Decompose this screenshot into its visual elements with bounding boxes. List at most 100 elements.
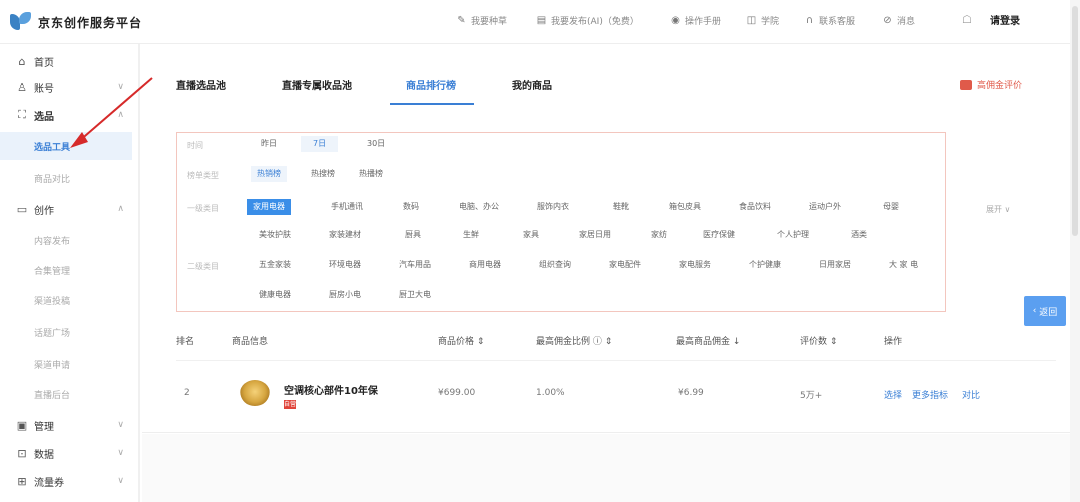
sidebar-item-manage[interactable]: ▣ 管理 ∨ — [0, 414, 138, 436]
tab-live-exclusive[interactable]: 直播专属收品池 — [282, 77, 352, 92]
filter-rank-label: 榜单类型 — [187, 171, 219, 180]
sidebar-sub-product-compare[interactable]: 商品对比 — [0, 164, 132, 192]
cell-commission: ¥6.99 — [678, 388, 704, 398]
filter-cat1-option[interactable]: 家纺 — [645, 227, 673, 243]
sidebar-item-label: 选品 — [34, 111, 54, 123]
filter-cat1-option[interactable]: 美妆护肤 — [253, 227, 297, 243]
folder-icon: ▭ — [16, 202, 28, 216]
sidebar-item-coupon[interactable]: ⊞ 流量券 ∨ — [0, 470, 138, 492]
filter-rank-option[interactable]: 热播榜 — [353, 166, 389, 182]
filter-cat2-option[interactable]: 家电配件 — [603, 257, 647, 273]
scrollbar-thumb[interactable] — [1072, 6, 1078, 236]
filter-cat2-option[interactable]: 家电服务 — [673, 257, 717, 273]
filter-time-option-selected[interactable]: 7日 — [301, 136, 339, 152]
filter-cat2-option[interactable]: 厨卫大电 — [393, 287, 437, 303]
filter-cat1-option[interactable]: 电脑、办公 — [453, 199, 505, 215]
select-button[interactable]: 选择 — [884, 388, 902, 401]
logo-text: 京东创作服务平台 — [38, 15, 143, 30]
th-reviews[interactable]: 评价数 ⇕ — [800, 334, 837, 347]
back-button[interactable]: ‹ 返回 — [1024, 296, 1066, 326]
filter-cat2-option[interactable]: 商用电器 — [463, 257, 507, 273]
filter-cat1-option[interactable]: 数码 — [397, 199, 425, 215]
briefcase-icon — [960, 79, 972, 90]
sidebar-sub-topics[interactable]: 话题广场 — [0, 318, 132, 346]
login-label: 请登录 — [990, 16, 1020, 27]
jd-logo-icon — [10, 12, 32, 32]
scrollbar[interactable] — [1070, 0, 1080, 502]
compare-button[interactable]: 对比 — [962, 388, 980, 401]
logo[interactable]: 京东创作服务平台 — [10, 12, 142, 32]
filter-cat1-option[interactable]: 食品饮料 — [733, 199, 777, 215]
user-icon: ♙ — [17, 80, 27, 94]
nav-messages[interactable]: ⊘ 消息 — [882, 14, 915, 27]
main-content: 直播选品池 直播专属收品池 商品排行榜 我的商品 高佣金评价 时间 昨日 7日 … — [142, 44, 1080, 502]
nav-seed[interactable]: ✎ 我要种草 — [456, 14, 507, 27]
sort-icon: ⇕ — [476, 337, 485, 347]
filter-cat1-option[interactable]: 家居日用 — [573, 227, 617, 243]
sidebar-sub-content-publish[interactable]: 内容发布 — [0, 226, 132, 254]
filter-cat2-option[interactable]: 大 家 电 — [883, 257, 924, 273]
filter-cat2-option[interactable]: 个护健康 — [743, 257, 787, 273]
expand-toggle[interactable]: 展开 ∨ — [986, 204, 1010, 215]
nav-support[interactable]: ∩ 联系客服 — [804, 14, 855, 27]
sidebar-item-label: 首页 — [34, 57, 54, 69]
tab-bar: 直播选品池 直播专属收品池 商品排行榜 我的商品 — [142, 66, 1042, 106]
filter-cat1-option-selected[interactable]: 家用电器 — [247, 199, 291, 215]
product-image[interactable] — [240, 380, 270, 406]
filter-cat1-option[interactable]: 生鲜 — [457, 227, 485, 243]
tab-my-products[interactable]: 我的商品 — [512, 77, 552, 92]
filter-cat1-option[interactable]: 服饰内衣 — [531, 199, 575, 215]
filter-cat2-option[interactable]: 五金家装 — [253, 257, 297, 273]
sidebar-item-home[interactable]: ⌂ 首页 — [0, 50, 138, 72]
filter-cat1-option[interactable]: 母婴 — [877, 199, 905, 215]
tab-ranking[interactable]: 商品排行榜 — [406, 77, 456, 92]
filter-cat1-option[interactable]: 家装建材 — [323, 227, 367, 243]
filter-cat1-option[interactable]: 手机通讯 — [325, 199, 369, 215]
scan-icon: ⛶ — [18, 108, 26, 121]
filter-rank-option[interactable]: 热搜榜 — [305, 166, 341, 182]
sidebar-item-xuanpin[interactable]: ⛶ 选品 ∧ — [0, 104, 138, 126]
sidebar-sub-channel-submit[interactable]: 渠道投稿 — [0, 286, 132, 314]
nav-academy[interactable]: ◫ 学院 — [746, 14, 779, 27]
filter-cat2-option[interactable]: 健康电器 — [253, 287, 297, 303]
filter-cat2-option[interactable]: 日用家居 — [813, 257, 857, 273]
filter-cat1-option[interactable]: 酒类 — [845, 227, 873, 243]
tab-live-pool[interactable]: 直播选品池 — [176, 77, 226, 92]
product-name[interactable]: 空调核心部件10年保 — [284, 382, 378, 397]
chevron-left-icon: ‹ — [1032, 306, 1037, 316]
filter-cat1-option[interactable]: 鞋靴 — [607, 199, 635, 215]
th-price[interactable]: 商品价格 ⇕ — [438, 334, 484, 347]
filter-cat1-option[interactable]: 厨具 — [399, 227, 427, 243]
filter-cat1-option[interactable]: 运动户外 — [803, 199, 847, 215]
sidebar-sub-collection[interactable]: 合集管理 — [0, 256, 132, 284]
filter-cat1-option[interactable]: 医疗保健 — [697, 227, 741, 243]
more-metrics-button[interactable]: 更多指标 — [912, 388, 948, 401]
filter-cat1-option[interactable]: 箱包皮具 — [663, 199, 707, 215]
th-commission[interactable]: 最高商品佣金 ↓ — [676, 334, 740, 347]
filter-cat2-option[interactable]: 厨房小电 — [323, 287, 367, 303]
review-link[interactable]: 高佣金评价 — [960, 78, 1022, 91]
filter-time-option[interactable]: 30日 — [361, 136, 391, 152]
filter-cat2-option[interactable]: 汽车用品 — [393, 257, 437, 273]
sidebar-item-data[interactable]: ⊡ 数据 ∨ — [0, 442, 138, 464]
sidebar-item-account[interactable]: ♙ 账号 ∨ — [0, 76, 138, 98]
login-button[interactable]: ☖ 请登录 — [962, 12, 1020, 28]
sidebar-sub-xuanpin-tool[interactable]: 选品工具 — [0, 132, 132, 160]
sidebar-item-chuangzuo[interactable]: ▭ 创作 ∧ — [0, 198, 138, 220]
sidebar-item-label: 管理 — [34, 421, 54, 433]
filter-cat1-option[interactable]: 家具 — [517, 227, 545, 243]
filter-cat1-option[interactable]: 个人护理 — [771, 227, 815, 243]
sidebar-sub-live-backend[interactable]: 直播后台 — [0, 380, 132, 408]
nav-support-label: 联系客服 — [819, 17, 856, 27]
divider — [142, 432, 1080, 433]
filter-cat2-option[interactable]: 环境电器 — [323, 257, 367, 273]
filter-time-option[interactable]: 昨日 — [255, 136, 283, 152]
nav-manual[interactable]: ◉ 操作手册 — [670, 14, 721, 27]
avatar-icon: ☖ — [962, 12, 972, 26]
filter-cat2-option[interactable]: 组织查询 — [533, 257, 577, 273]
filter-rank-option-selected[interactable]: 热销榜 — [251, 166, 287, 182]
book-icon: ◫ — [746, 15, 757, 26]
th-ratio[interactable]: 最高佣金比例 ⓘ ⇕ — [536, 334, 612, 347]
nav-publish[interactable]: ▤ 我要发布(AI)（免费） — [536, 14, 639, 27]
sidebar-sub-channel-apply[interactable]: 渠道申请 — [0, 350, 132, 378]
